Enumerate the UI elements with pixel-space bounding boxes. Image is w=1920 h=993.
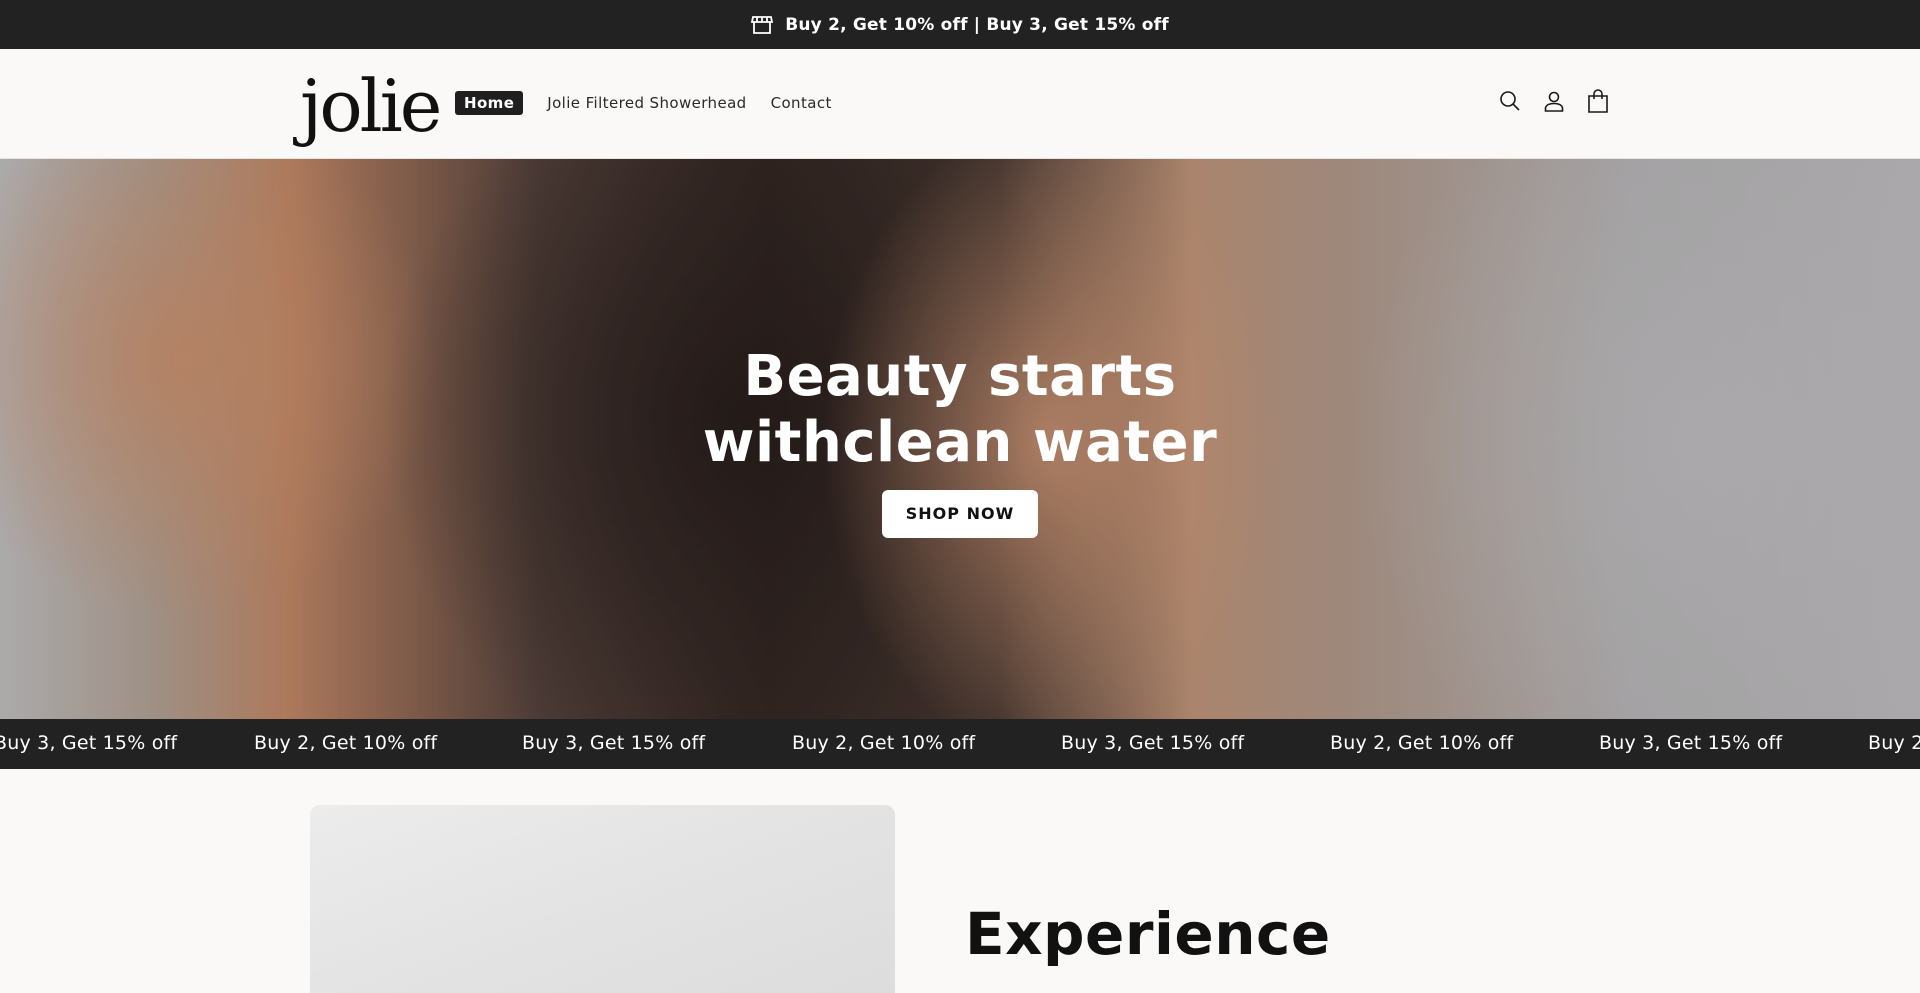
hero-title-line-1: Beauty starts	[743, 344, 1177, 409]
store-icon	[751, 15, 774, 35]
search-icon[interactable]	[1498, 89, 1522, 113]
hero-title-line-2: withclean water	[702, 410, 1218, 475]
nav-item-home[interactable]: Home	[455, 91, 524, 115]
promo-marquee: Buy 3, Get 15% off Buy 2, Get 10% off Bu…	[0, 719, 1920, 769]
marquee-item: Buy 2, Get 10% off	[792, 732, 976, 754]
main-nav: Home Jolie Filtered Showerhead Contact	[455, 91, 832, 115]
cart-icon[interactable]	[1586, 89, 1610, 113]
header-icons	[1498, 89, 1610, 113]
nav-item-contact[interactable]: Contact	[771, 94, 832, 112]
marquee-item: Buy 3, Get 15% off	[522, 732, 706, 754]
nav-item-showerhead[interactable]: Jolie Filtered Showerhead	[547, 94, 746, 112]
product-media-card	[310, 805, 895, 993]
hero-banner: Beauty starts withclean water SHOP NOW	[0, 159, 1920, 719]
hero-content: Beauty starts withclean water SHOP NOW	[0, 344, 1920, 538]
hero-title: Beauty starts withclean water	[0, 344, 1920, 476]
announcement-bar: Buy 2, Get 10% off | Buy 3, Get 15% off	[0, 0, 1920, 49]
marquee-item: Buy 3, Get 15% off	[0, 732, 178, 754]
logo[interactable]: jolie	[300, 61, 442, 151]
account-icon[interactable]	[1542, 89, 1566, 113]
section-title: Experience	[965, 900, 1331, 968]
marquee-item: Buy 2, Get 10% off	[1330, 732, 1514, 754]
marquee-item: Buy 3, Get 15% off	[1061, 732, 1245, 754]
shop-now-button[interactable]: SHOP NOW	[882, 490, 1038, 538]
marquee-item: Buy 3, Get 15% off	[1599, 732, 1783, 754]
marquee-item: Buy 2, Get 10% off	[254, 732, 438, 754]
announcement-text: Buy 2, Get 10% off | Buy 3, Get 15% off	[785, 14, 1169, 35]
site-header: jolie Home Jolie Filtered Showerhead Con…	[0, 49, 1920, 159]
marquee-item: Buy 2, Get 10% off	[1868, 732, 1920, 754]
